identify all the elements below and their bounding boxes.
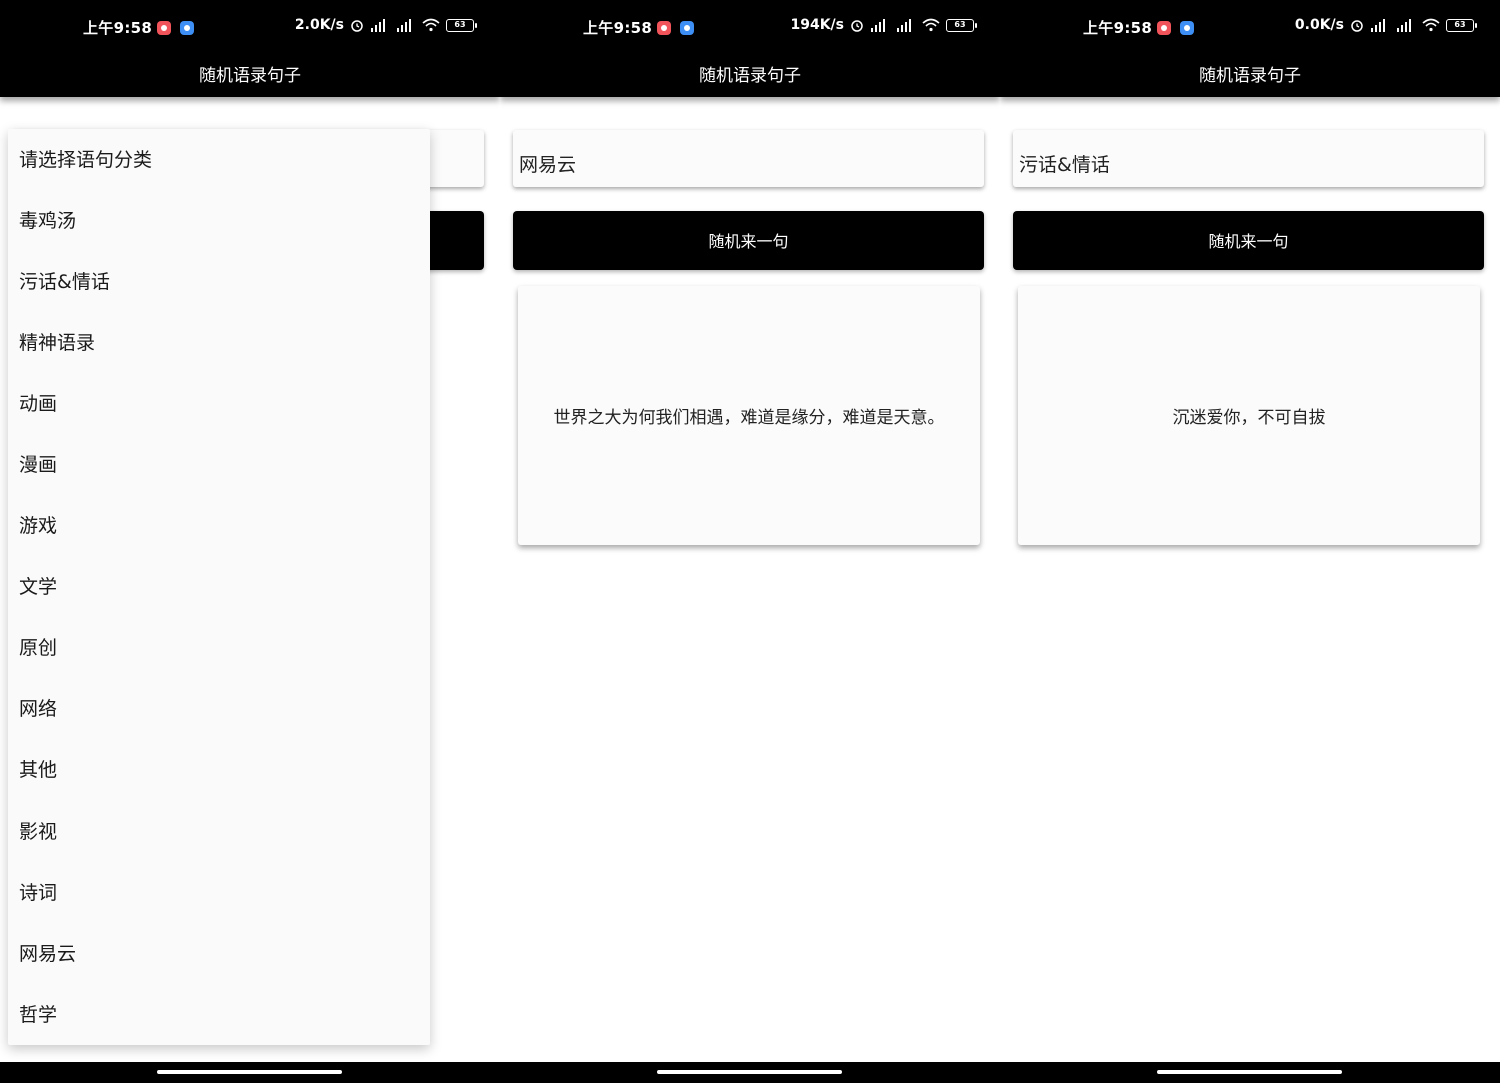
app-title-bar: 随机语录句子 (500, 56, 1000, 97)
dropdown-item[interactable]: 哲学 (19, 1000, 57, 1030)
app-title: 随机语录句子 (699, 66, 801, 86)
cloud-app-icon (680, 21, 694, 35)
dropdown-item[interactable]: 影视 (19, 817, 57, 847)
dropdown-item[interactable]: 精神语录 (19, 328, 95, 358)
status-time: 上午9:58 (583, 19, 653, 37)
category-spinner[interactable]: 网易云 (513, 130, 984, 187)
status-right-group: 194K/s 63 (790, 17, 977, 33)
signal-hd-icon (871, 19, 885, 32)
cloud-app-icon (180, 21, 194, 35)
app-title-bar: 随机语录句子 (0, 56, 500, 97)
dropdown-item[interactable]: 动画 (19, 389, 57, 419)
battery-icon: 63 (1446, 18, 1477, 32)
navigation-bar (1000, 1062, 1500, 1083)
signal-hd-icon (371, 19, 385, 32)
signal-hd-icon (1397, 19, 1411, 32)
battery-icon: 63 (946, 18, 977, 32)
notification-red-icon (157, 21, 171, 35)
status-bar: 上午9:58 0.0K/s 63 (1000, 0, 1500, 56)
phone-screen-3: 上午9:58 0.0K/s 63 随机语录句子 污话&情话 随机来一句 沉迷爱你… (1000, 0, 1500, 1083)
status-right-group: 0.0K/s 63 (1294, 17, 1477, 33)
status-time: 上午9:58 (1083, 19, 1153, 37)
phone-screen-2: 上午9:58 194K/s 63 随机语录句子 网易云 随机来一句 世界之大为何… (500, 0, 1000, 1083)
signal-hd-icon (1371, 19, 1385, 32)
signal-hd-icon (897, 19, 911, 32)
app-title-bar: 随机语录句子 (1000, 56, 1500, 97)
status-right-group: 2.0K/s 63 (294, 17, 477, 33)
random-quote-button[interactable]: 随机来一句 (1013, 211, 1484, 270)
cloud-app-icon (1180, 21, 1194, 35)
navigation-bar (0, 1062, 500, 1083)
home-gesture-handle[interactable] (157, 1070, 342, 1074)
quote-text: 沉迷爱你，不可自拔 (1172, 408, 1326, 428)
dropdown-item[interactable]: 原创 (19, 633, 57, 663)
home-gesture-handle[interactable] (657, 1070, 842, 1074)
quote-text: 世界之大为何我们相遇，难道是缘分，难道是天意。 (553, 408, 945, 428)
navigation-bar (500, 1062, 1000, 1083)
alarm-icon (351, 20, 363, 32)
status-time: 上午9:58 (83, 19, 153, 37)
status-bar: 上午9:58 2.0K/s 63 (0, 0, 500, 56)
wifi-icon (422, 18, 440, 32)
app-title: 随机语录句子 (1199, 66, 1301, 86)
wifi-icon (1422, 18, 1440, 32)
notification-red-icon (657, 21, 671, 35)
dropdown-item[interactable]: 网络 (19, 694, 57, 724)
alarm-icon (1351, 20, 1363, 32)
app-title: 随机语录句子 (199, 66, 301, 86)
wifi-icon (922, 18, 940, 32)
battery-icon: 63 (446, 18, 477, 32)
dropdown-item[interactable]: 游戏 (19, 511, 57, 541)
status-bar: 上午9:58 194K/s 63 (500, 0, 1000, 56)
dropdown-item[interactable]: 请选择语句分类 (19, 145, 152, 175)
signal-hd-icon (397, 19, 411, 32)
home-gesture-handle[interactable] (1157, 1070, 1342, 1074)
network-speed: 0.0K/s (1294, 17, 1344, 33)
dropdown-item[interactable]: 污话&情话 (19, 267, 110, 297)
dropdown-item[interactable]: 毒鸡汤 (19, 206, 76, 236)
quote-card: 世界之大为何我们相遇，难道是缘分，难道是天意。 (518, 286, 980, 545)
alarm-icon (851, 20, 863, 32)
notification-red-icon (1157, 21, 1171, 35)
dropdown-item[interactable]: 诗词 (19, 878, 57, 908)
network-speed: 194K/s (790, 17, 844, 33)
network-speed: 2.0K/s (294, 17, 344, 33)
screenshot-collage: 上午9:58 2.0K/s 63 随机语录句子 请选择语句分类 毒鸡汤 污话&情… (0, 0, 1500, 1083)
dropdown-item[interactable]: 文学 (19, 572, 57, 602)
dropdown-item[interactable]: 网易云 (19, 939, 76, 969)
category-spinner[interactable]: 污话&情话 (1013, 130, 1484, 187)
dropdown-item[interactable]: 其他 (19, 755, 57, 785)
dropdown-item[interactable]: 漫画 (19, 450, 57, 480)
quote-card: 沉迷爱你，不可自拔 (1018, 286, 1480, 545)
random-quote-button[interactable]: 随机来一句 (513, 211, 984, 270)
phone-screen-1: 上午9:58 2.0K/s 63 随机语录句子 请选择语句分类 毒鸡汤 污话&情… (0, 0, 500, 1083)
category-dropdown-list: 请选择语句分类 毒鸡汤 污话&情话 精神语录 动画 漫画 游戏 文学 原创 网络… (8, 129, 430, 1045)
